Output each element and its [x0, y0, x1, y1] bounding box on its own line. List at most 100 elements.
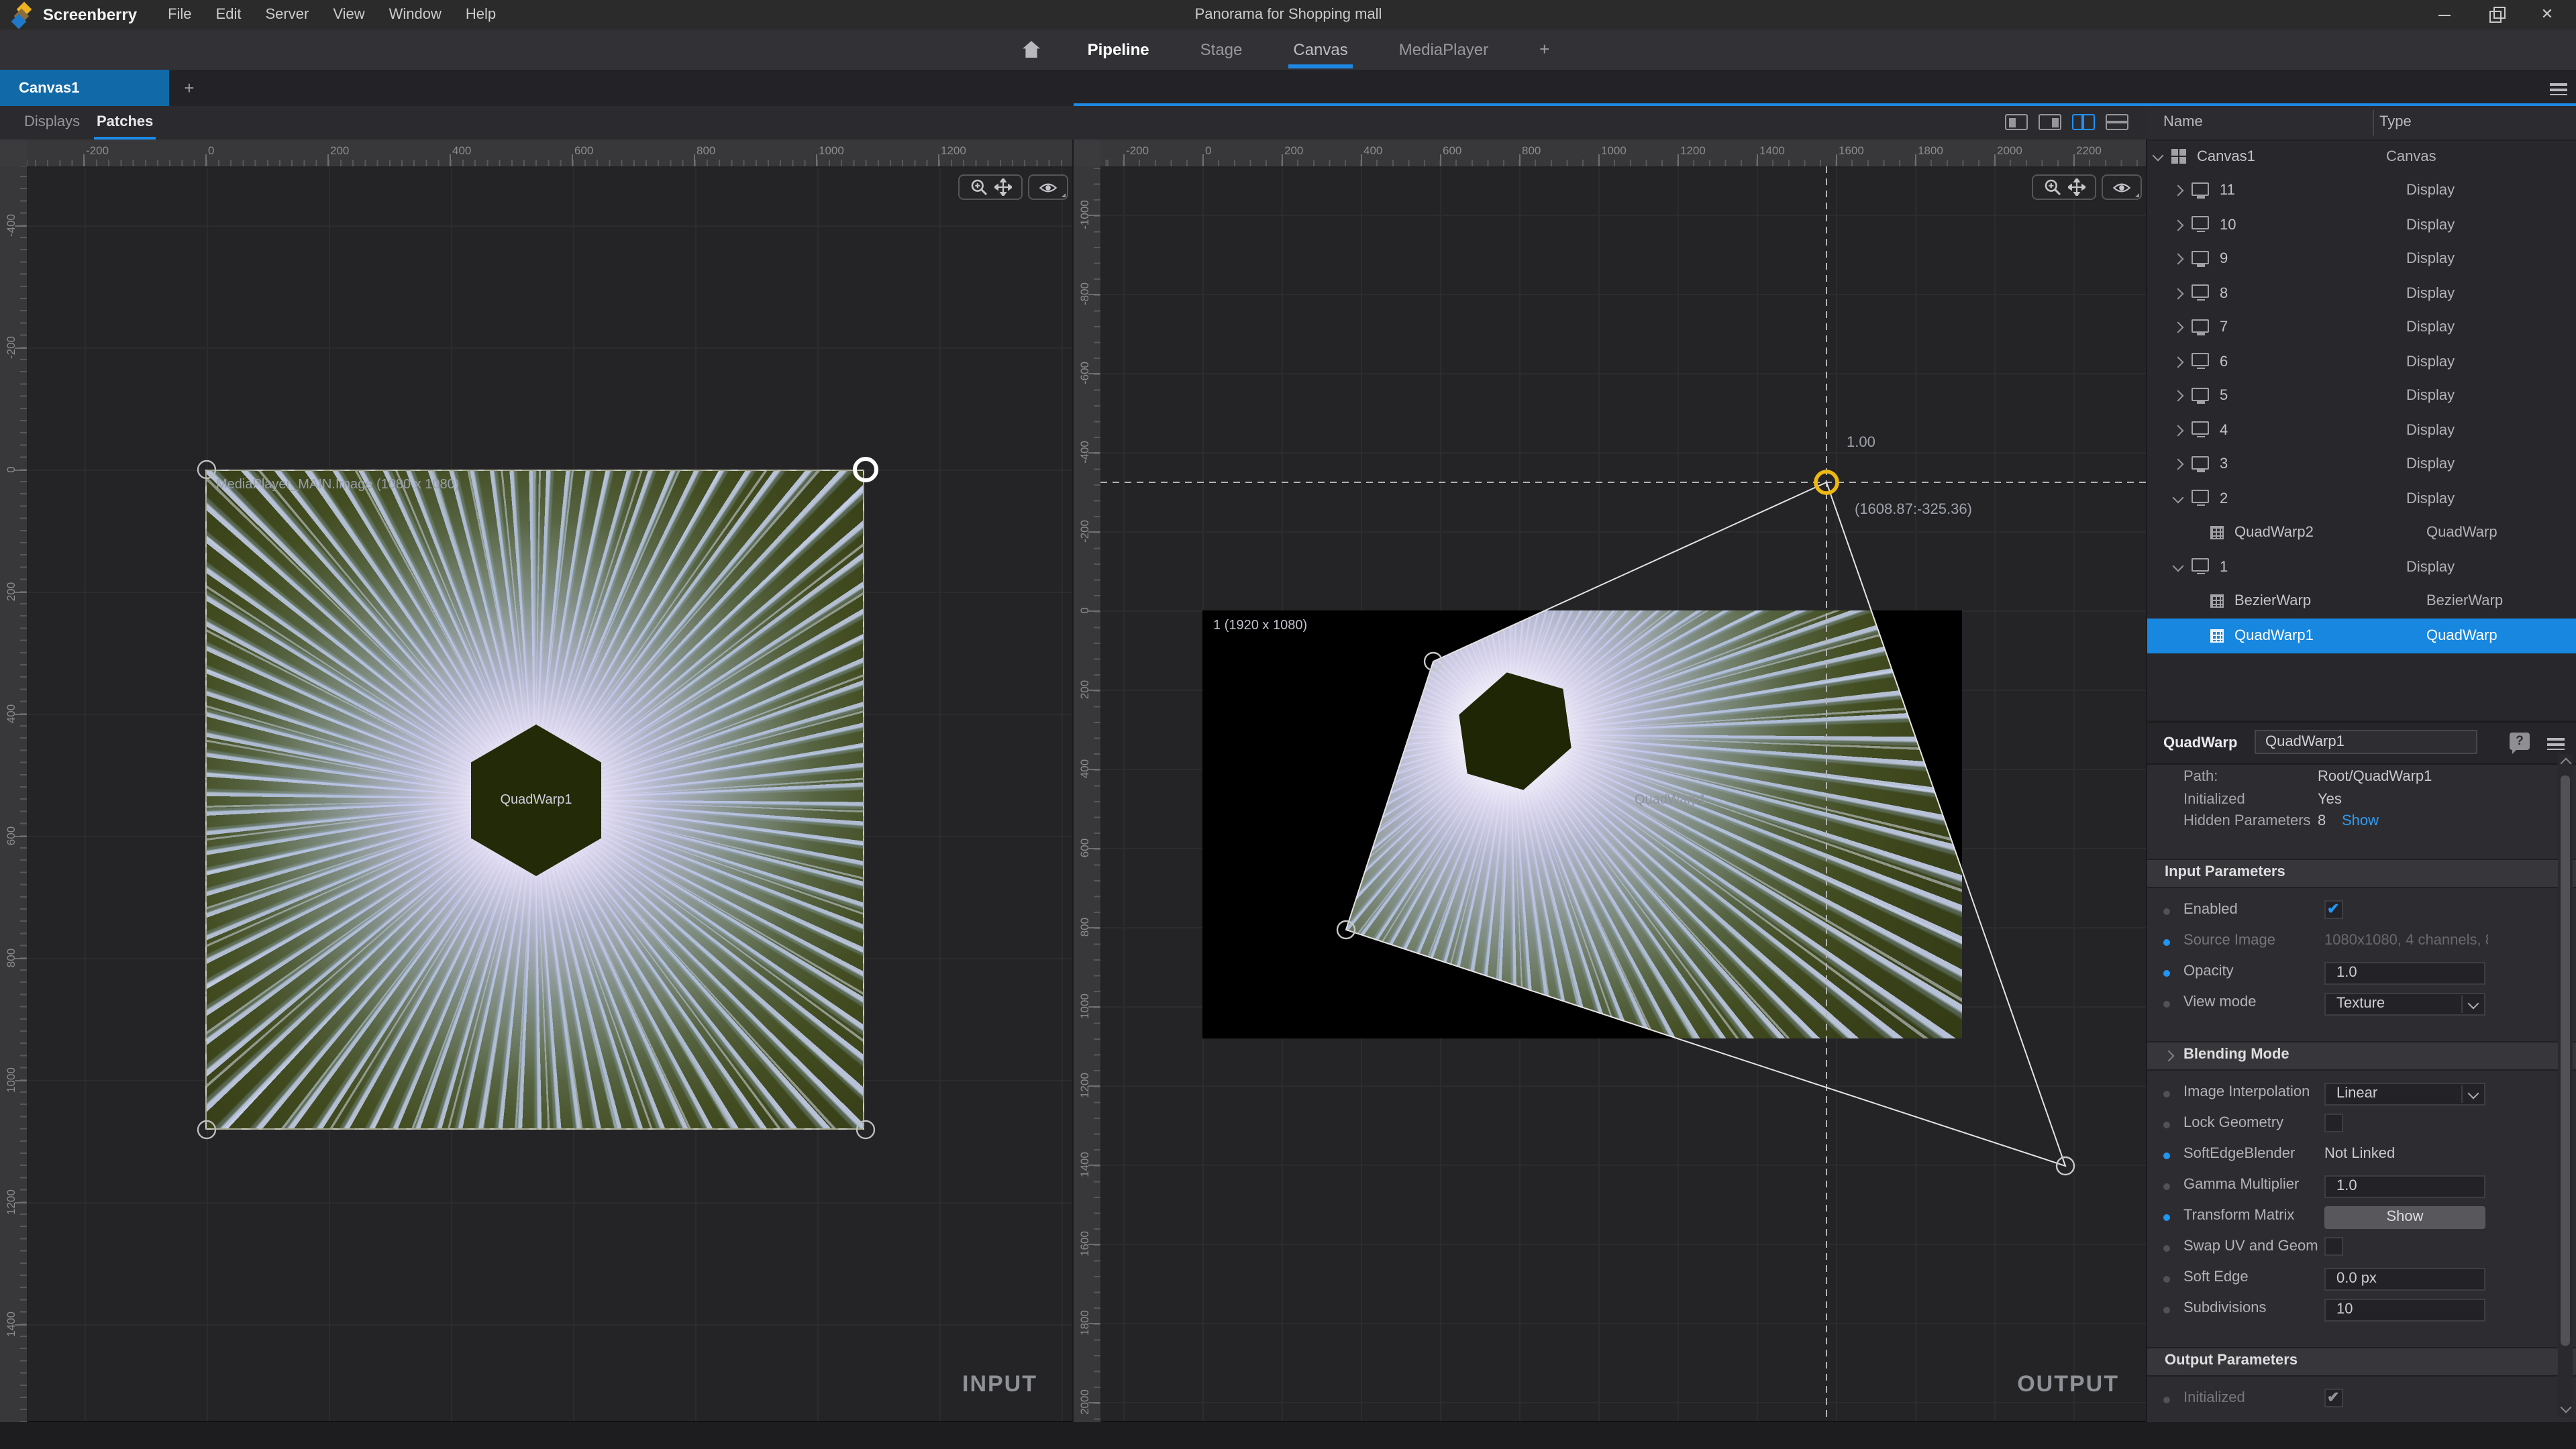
menu-window[interactable]: Window — [377, 0, 454, 30]
output-zoom-pan-buttons[interactable] — [2032, 174, 2096, 200]
inspector-menu-icon[interactable] — [2547, 735, 2565, 753]
inspector-header: QuadWarp ? — [2147, 723, 2576, 765]
display-icon — [2192, 182, 2209, 196]
tree-row-6[interactable]: 6Display — [2147, 345, 2576, 379]
tree-row-8[interactable]: 8Display — [2147, 276, 2576, 311]
scroll-down-icon[interactable] — [2560, 1402, 2571, 1413]
layout-right-pane-icon[interactable] — [2039, 114, 2061, 130]
tree-row-10[interactable]: 10Display — [2147, 208, 2576, 242]
pan-icon[interactable] — [2067, 178, 2085, 196]
input-canvas[interactable]: MediaPlayer_MAIN.Image (1080 x 1080) Qua… — [27, 166, 1072, 1422]
tree-row-9[interactable]: 9Display — [2147, 242, 2576, 276]
tree-row-canvas1[interactable]: Canvas1Canvas — [2147, 140, 2576, 174]
show-link[interactable]: Show — [2342, 813, 2379, 829]
chevron-right-icon[interactable] — [2173, 425, 2184, 436]
tab-canvas[interactable]: Canvas — [1288, 30, 1353, 70]
quad-outline[interactable] — [1346, 482, 2065, 1166]
patch-name-input[interactable] — [2255, 730, 2477, 754]
display-icon — [2192, 354, 2209, 367]
tree-row-7[interactable]: 7Display — [2147, 311, 2576, 345]
layout-left-pane-icon[interactable] — [2005, 114, 2028, 130]
layout-split-horizontal-icon[interactable] — [2106, 114, 2128, 130]
show-button[interactable]: Show — [2324, 1205, 2485, 1228]
tree-row-quadwarp2[interactable]: QuadWarp2QuadWarp — [2147, 516, 2576, 550]
menu-file[interactable]: File — [156, 0, 203, 30]
chevron-right-icon[interactable] — [2173, 254, 2184, 265]
text-input[interactable]: 10 — [2324, 1298, 2485, 1321]
text-input[interactable]: 0.0 px — [2324, 1267, 2485, 1290]
tab-pipeline[interactable]: Pipeline — [1082, 30, 1155, 70]
chevron-down-icon[interactable] — [2153, 150, 2164, 161]
chevron-right-icon[interactable] — [2173, 288, 2184, 299]
checkbox[interactable] — [2324, 1237, 2343, 1256]
zoom-in-icon[interactable] — [2043, 178, 2061, 196]
close-icon[interactable]: ✕ — [2539, 7, 2555, 23]
text-input[interactable]: 1.0 — [2324, 961, 2485, 984]
menu-server[interactable]: Server — [254, 0, 321, 30]
zoom-in-icon[interactable] — [970, 178, 987, 196]
input-view-button[interactable] — [1028, 174, 1068, 200]
output-canvas[interactable]: QuadWarp1 1 (1920 x 1080) 1.00 (1608.87:… — [1100, 166, 2146, 1422]
tab-canvas1[interactable]: Canvas1 — [0, 70, 169, 106]
chevron-right-icon[interactable] — [2173, 219, 2184, 231]
tree-row-4[interactable]: 4Display — [2147, 413, 2576, 447]
tab-mediaplayer[interactable]: MediaPlayer — [1394, 30, 1494, 70]
tree-row-bezierwarp[interactable]: BezierWarpBezierWarp — [2147, 584, 2576, 619]
restore-icon[interactable] — [2488, 7, 2504, 23]
add-canvas-tab-button[interactable]: + — [172, 70, 207, 106]
corner-handle[interactable] — [198, 461, 215, 478]
strip-menu-icon[interactable] — [2550, 80, 2567, 99]
chevron-right-icon[interactable] — [2173, 356, 2184, 368]
checkbox[interactable]: ✔ — [2324, 1389, 2343, 1407]
checkbox[interactable]: ✔ — [2324, 900, 2343, 919]
tree-row-1[interactable]: 1Display — [2147, 550, 2576, 584]
select[interactable]: Texture — [2324, 992, 2485, 1015]
param-dot — [2163, 970, 2170, 977]
column-name[interactable]: Name — [2163, 106, 2203, 140]
chevron-right-icon[interactable] — [2173, 185, 2184, 197]
tree-row-quadwarp1[interactable]: QuadWarp1QuadWarp — [2147, 619, 2576, 653]
column-type[interactable]: Type — [2379, 106, 2412, 140]
inspector-scrollbar[interactable] — [2558, 754, 2573, 1417]
menu-help[interactable]: Help — [454, 0, 508, 30]
column-divider[interactable] — [2373, 110, 2374, 136]
chevron-right-icon[interactable] — [2173, 322, 2184, 333]
home-icon[interactable] — [1022, 40, 1042, 59]
corner-handle[interactable] — [857, 1121, 874, 1138]
text-input[interactable]: 1.0 — [2324, 1175, 2485, 1197]
view-tab-displays[interactable]: Displays — [24, 106, 80, 140]
input-toolbar — [958, 174, 1068, 200]
corner-handle[interactable] — [198, 1121, 215, 1138]
checkbox[interactable] — [2324, 1114, 2343, 1132]
menu-view[interactable]: View — [321, 0, 376, 30]
panel-divider[interactable] — [1072, 140, 1074, 1422]
chevron-right-icon[interactable] — [2163, 1050, 2175, 1061]
tree-row-5[interactable]: 5Display — [2147, 379, 2576, 413]
minimize-icon[interactable] — [2437, 7, 2453, 23]
add-tab-button[interactable]: + — [1534, 30, 1555, 70]
view-tab-patches[interactable]: Patches — [97, 106, 153, 140]
scroll-up-icon[interactable] — [2560, 758, 2571, 769]
menu-edit[interactable]: Edit — [204, 0, 254, 30]
layout-split-vertical-icon[interactable] — [2072, 114, 2095, 130]
chevron-down-icon[interactable] — [2173, 492, 2184, 503]
chevron-right-icon[interactable] — [2173, 390, 2184, 402]
ruler-label: -600 — [1078, 362, 1091, 384]
tree-row-3[interactable]: 3Display — [2147, 447, 2576, 482]
ruler-label: 1600 — [1078, 1231, 1091, 1256]
corner-handle-selected[interactable] — [855, 459, 876, 480]
tab-stage[interactable]: Stage — [1195, 30, 1248, 70]
tree-row-11[interactable]: 11Display — [2147, 174, 2576, 208]
pan-icon[interactable] — [994, 178, 1011, 196]
ruler-label: 1800 — [1078, 1310, 1091, 1336]
chevron-down-icon[interactable] — [2173, 560, 2184, 572]
chevron-right-icon[interactable] — [2173, 459, 2184, 470]
tree-row-2[interactable]: 2Display — [2147, 482, 2576, 516]
output-view-button[interactable] — [2102, 174, 2142, 200]
input-zoom-pan-buttons[interactable] — [958, 174, 1023, 200]
scrollbar-thumb[interactable] — [2561, 775, 2570, 1346]
help-icon[interactable]: ? — [2510, 733, 2530, 750]
param-lock-geometry: Lock Geometry — [2147, 1110, 2576, 1140]
ruler-label: -200 — [86, 144, 109, 157]
select[interactable]: Linear — [2324, 1082, 2485, 1105]
